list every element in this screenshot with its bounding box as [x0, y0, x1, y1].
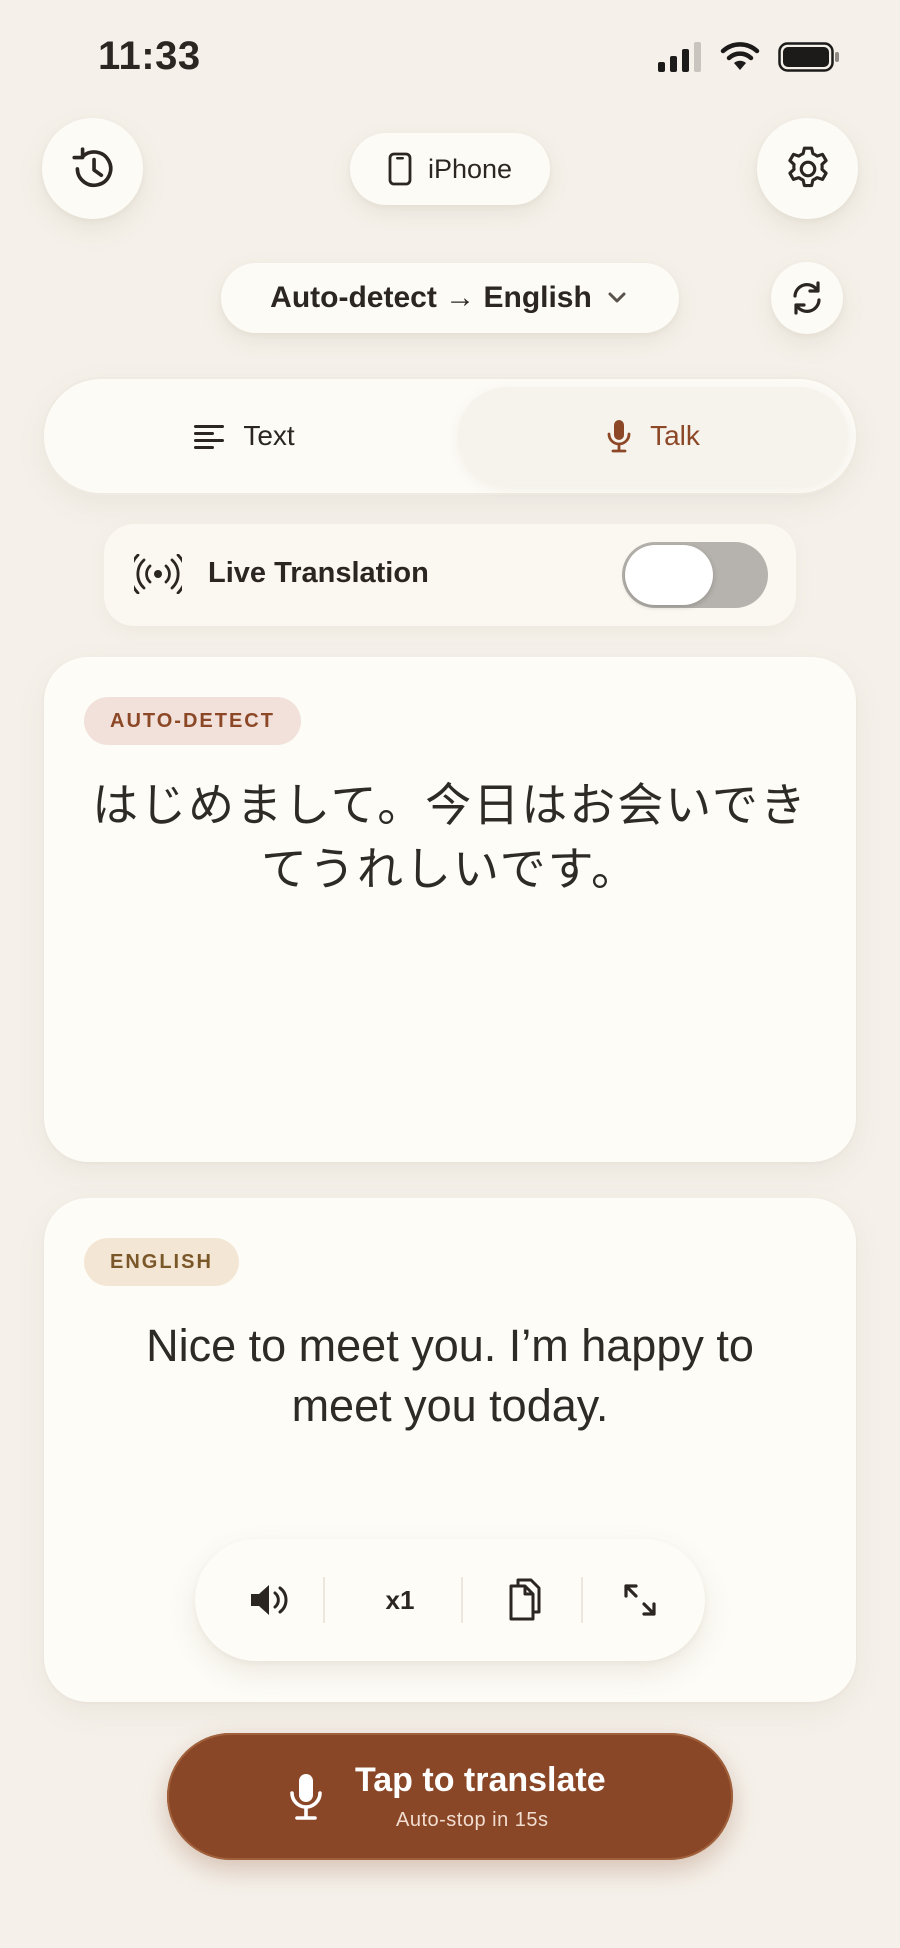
swap-languages-button[interactable] — [771, 262, 843, 334]
speak-button[interactable] — [225, 1569, 315, 1631]
wifi-icon — [720, 42, 760, 70]
microphone-icon — [607, 420, 631, 453]
divider — [461, 1577, 463, 1623]
status-icons — [658, 42, 840, 72]
divider — [581, 1577, 583, 1623]
tab-talk-label: Talk — [650, 420, 700, 451]
device-label: iPhone — [427, 153, 513, 184]
fullscreen-button[interactable] — [585, 1569, 695, 1631]
status-time: 11:33 — [98, 34, 201, 78]
toggle-knob — [625, 545, 713, 605]
mode-segmented-control: Text Talk — [42, 377, 858, 495]
device-selector[interactable]: iPhone — [350, 133, 550, 205]
broadcast-icon — [134, 554, 182, 594]
battery-icon — [778, 42, 839, 72]
target-card: ENGLISH Nice to meet you. I’m happy to m… — [44, 1198, 856, 1702]
expand-icon — [624, 1584, 656, 1616]
tab-text-label: Text — [243, 420, 295, 451]
chevron-down-icon — [608, 292, 626, 303]
translation-actions-bar: x1 — [195, 1539, 705, 1661]
refresh-swap-icon — [793, 281, 821, 315]
source-language-badge: AUTO-DETECT — [84, 697, 301, 745]
live-translation-row: Live Translation — [104, 524, 796, 626]
target-language-badge: ENGLISH — [84, 1238, 239, 1286]
tab-talk[interactable]: Talk — [458, 387, 848, 485]
source-text: はじめまして。今日はお会いできてうれしいです。 — [92, 778, 808, 896]
copy-button[interactable] — [470, 1569, 580, 1631]
cellular-signal-icon — [658, 42, 701, 72]
history-icon — [71, 146, 112, 187]
language-pair-label: Auto-detect → English — [270, 281, 592, 314]
gear-icon — [787, 146, 828, 187]
live-translation-toggle[interactable] — [622, 542, 768, 608]
translate-button-subtitle: Auto-stop in 15s — [396, 1809, 549, 1831]
divider — [323, 1577, 325, 1623]
source-card: AUTO-DETECT はじめまして。今日はお会いできてうれしいです。 — [44, 657, 856, 1162]
copy-icon — [509, 1578, 541, 1621]
text-lines-icon — [194, 425, 225, 449]
language-selector[interactable]: Auto-detect → English — [221, 263, 679, 333]
tap-to-translate-button[interactable]: Tap to translate Auto-stop in 15s — [167, 1733, 733, 1860]
speaker-icon — [251, 1585, 288, 1615]
live-translation-label: Live Translation — [208, 557, 429, 589]
history-button[interactable] — [42, 118, 143, 219]
translate-button-title: Tap to translate — [355, 1761, 606, 1799]
translated-text: Nice to meet you. I’m happy to meet you … — [146, 1320, 754, 1431]
speed-button[interactable]: x1 — [335, 1569, 465, 1631]
tab-text[interactable]: Text — [54, 387, 434, 485]
settings-button[interactable] — [757, 118, 858, 219]
phone-icon — [388, 152, 412, 186]
microphone-icon — [290, 1774, 322, 1820]
